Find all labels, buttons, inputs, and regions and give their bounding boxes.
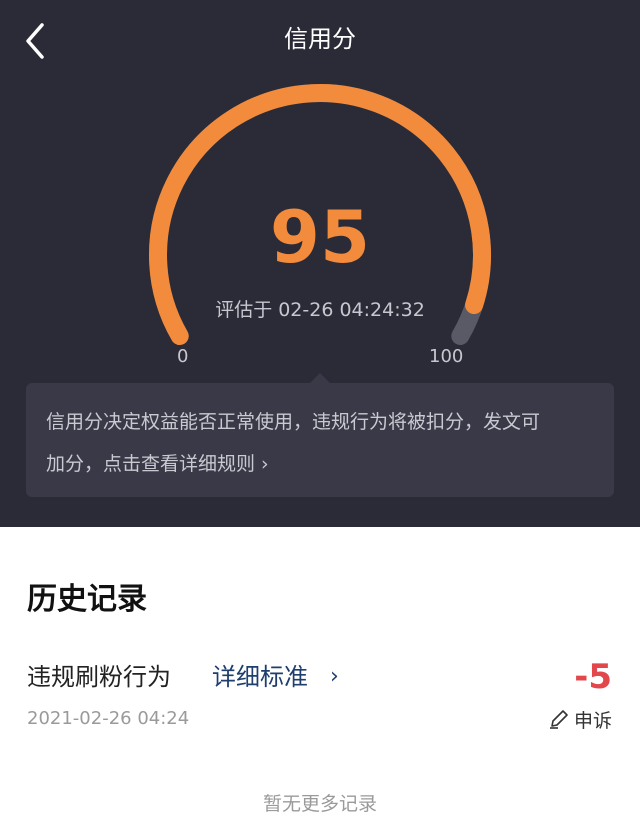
rules-notice: 信用分决定权益能否正常使用，违规行为将被扣分，发文可 加分，点击查看详细规则 › [26, 383, 614, 497]
record-time: 2021-02-26 04:24 [27, 708, 190, 729]
no-more-records: 暂无更多记录 [262, 793, 377, 815]
notice-line2-prefix: 加分， [46, 453, 104, 475]
notice-pointer [310, 373, 330, 383]
gauge-max-label: 100 [429, 346, 464, 367]
record-points: -5 [574, 657, 612, 697]
history-title: 历史记录 [27, 582, 147, 617]
gauge-min-label: 0 [177, 346, 189, 367]
appeal-label: 申诉 [573, 709, 612, 732]
assessed-timestamp: 02-26 04:24:32 [278, 299, 425, 321]
page-title: 信用分 [284, 25, 356, 53]
chevron-right-icon: › [330, 664, 339, 689]
assessed-prefix: 评估于 [215, 299, 273, 321]
rules-notice-text: 信用分决定权益能否正常使用，违规行为将被扣分，发文可 加分，点击查看详细规则 › [46, 401, 598, 485]
appeal-button[interactable]: 申诉 [548, 705, 612, 733]
pen-icon [549, 710, 568, 729]
assessed-time: 评估于 02-26 04:24:32 [0, 297, 640, 323]
notice-line1: 信用分决定权益能否正常使用，违规行为将被扣分，发文可 [46, 411, 541, 433]
record-reason: 违规刷粉行为 [27, 663, 171, 691]
credit-score-value: 95 [269, 195, 371, 279]
view-rules-link[interactable]: 点击查看详细规则 › [103, 453, 269, 475]
detail-standard-link[interactable]: 详细标准 [212, 660, 308, 694]
score-panel: 信用分 95 评估于 02-26 04:24:32 0 100 信用分决定权益能否… [0, 0, 640, 527]
